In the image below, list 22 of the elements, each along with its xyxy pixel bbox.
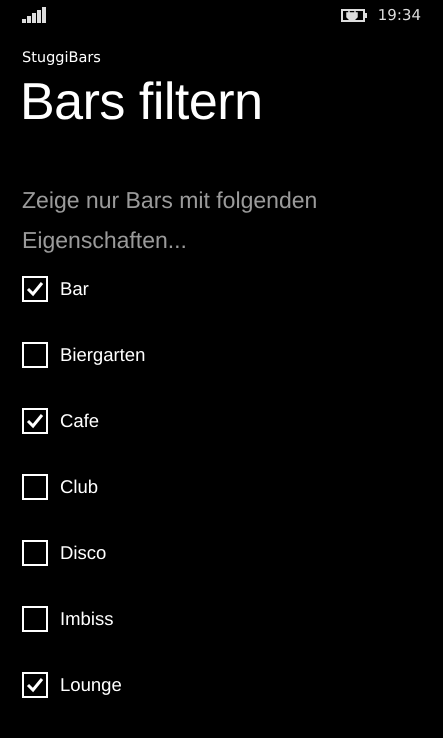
checkbox[interactable] xyxy=(22,342,48,368)
checkbox[interactable] xyxy=(22,276,48,302)
page-title: Bars filtern xyxy=(20,72,264,133)
checkbox[interactable] xyxy=(22,408,48,434)
clock-time: 19:34 xyxy=(378,6,421,24)
checkmark-icon xyxy=(26,412,44,428)
checkbox-label[interactable]: Club xyxy=(60,476,98,498)
checkbox-label[interactable]: Lounge xyxy=(60,674,122,696)
checkbox-label[interactable]: Imbiss xyxy=(60,608,114,630)
checkbox-label[interactable]: Cafe xyxy=(60,410,100,432)
checkbox-label[interactable]: Biergarten xyxy=(60,344,146,366)
checkbox[interactable] xyxy=(22,672,48,698)
description-text: Zeige nur Bars mit folgenden Eigenschaften... xyxy=(22,186,318,255)
checkbox-label[interactable]: Disco xyxy=(60,542,106,564)
app-title: StuggiBars xyxy=(22,50,102,66)
checkmark-icon xyxy=(26,676,44,692)
battery-charging-icon xyxy=(340,7,368,23)
checkbox[interactable] xyxy=(22,606,48,632)
checkbox[interactable] xyxy=(22,474,48,500)
checkmark-icon xyxy=(26,280,44,296)
checkbox[interactable] xyxy=(22,540,48,566)
checkbox-label[interactable]: Bar xyxy=(60,278,89,300)
